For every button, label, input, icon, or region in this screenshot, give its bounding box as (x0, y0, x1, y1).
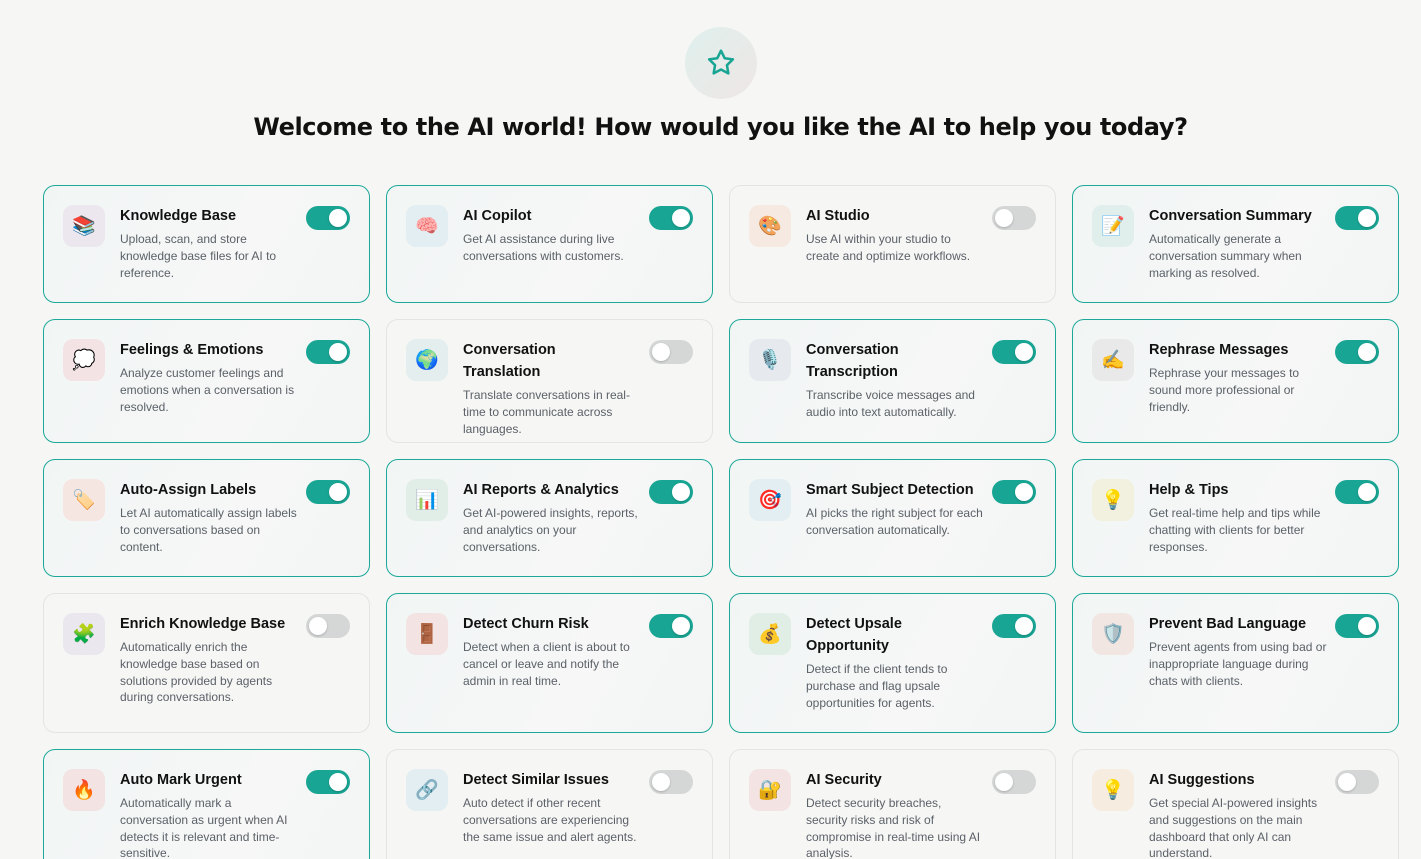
feature-card-detect-similar-issues: 🔗 Detect Similar Issues Auto detect if oth… (386, 749, 713, 859)
feature-toggle-conversation-transcription[interactable] (992, 340, 1036, 364)
feature-description: Get real-time help and tips while chatti… (1149, 506, 1321, 554)
feature-card-prevent-bad-language: 🛡️ Prevent Bad Language Prevent agents fro… (1072, 593, 1399, 733)
puzzle-piece-icon: 🧩 (63, 613, 105, 655)
feature-description: AI picks the right subject for each conv… (806, 506, 983, 537)
feature-description: Get AI assistance during live conversati… (463, 232, 624, 263)
feature-toggle-smart-subject-detection[interactable] (992, 480, 1036, 504)
thought-bubble-icon: 💭 (63, 339, 105, 381)
globe-icon: 🌍 (406, 339, 448, 381)
feature-toggle-ai-suggestions[interactable] (1335, 770, 1379, 794)
brain-icon: 🧠 (406, 205, 448, 247)
feature-toggle-prevent-bad-language[interactable] (1335, 614, 1379, 638)
feature-card-knowledge-base: 📚 Knowledge Base Upload, scan, and store k… (43, 185, 370, 303)
feature-card-ai-reports-and-analytics: 📊 AI Reports & Analytics Get AI-powered in… (386, 459, 713, 577)
feature-description: Translate conversations in real-time to … (463, 388, 630, 436)
feature-card-ai-security: 🔐 AI Security Detect security breaches, se… (729, 749, 1056, 859)
memo-icon: 📝 (1092, 205, 1134, 247)
feature-toggle-detect-similar-issues[interactable] (649, 770, 693, 794)
feature-card-ai-studio: 🎨 AI Studio Use AI within your studio to c… (729, 185, 1056, 303)
feature-card-enrich-knowledge-base: 🧩 Enrich Knowledge Base Automatically enri… (43, 593, 370, 733)
feature-description: Automatically generate a conversation su… (1149, 232, 1302, 280)
door-icon: 🚪 (406, 613, 448, 655)
feature-description: Upload, scan, and store knowledge base f… (120, 232, 277, 280)
lightbulb-icon: 💡 (1092, 769, 1134, 811)
feature-toggle-help-and-tips[interactable] (1335, 480, 1379, 504)
feature-card-ai-suggestions: 💡 AI Suggestions Get special AI-powered in… (1072, 749, 1399, 859)
feature-card-conversation-translation: 🌍 Conversation Translation Translate conve… (386, 319, 713, 443)
feature-card-smart-subject-detection: 🎯 Smart Subject Detection AI picks the rig… (729, 459, 1056, 577)
feature-card-detect-churn-risk: 🚪 Detect Churn Risk Detect when a client i… (386, 593, 713, 733)
feature-description: Detect if the client tends to purchase a… (806, 662, 948, 710)
feature-description: Automatically mark a conversation as urg… (120, 796, 288, 859)
feature-card-conversation-summary: 📝 Conversation Summary Automatically gener… (1072, 185, 1399, 303)
feature-card-detect-upsale-opportunity: 💰 Detect Upsale Opportunity Detect if the … (729, 593, 1056, 733)
feature-card-conversation-transcription: 🎙️ Conversation Transcription Transcribe v… (729, 319, 1056, 443)
star-outline-icon (707, 49, 735, 75)
feature-toggle-ai-security[interactable] (992, 770, 1036, 794)
page-title: Welcome to the AI world! How would you l… (253, 113, 1188, 141)
feature-card-help-and-tips: 💡 Help & Tips Get real-time help and tips … (1072, 459, 1399, 577)
writing-hand-icon: ✍️ (1092, 339, 1134, 381)
feature-description: Use AI within your studio to create and … (806, 232, 971, 263)
feature-card-ai-copilot: 🧠 AI Copilot Get AI assistance during live… (386, 185, 713, 303)
bar-chart-icon: 📊 (406, 479, 448, 521)
palette-icon: 🎨 (749, 205, 791, 247)
feature-description: Transcribe voice messages and audio into… (806, 388, 975, 419)
shield-icon: 🛡️ (1092, 613, 1134, 655)
microphone-icon: 🎙️ (749, 339, 791, 381)
feature-description: Prevent agents from using bad or inappro… (1149, 640, 1327, 688)
feature-toggle-knowledge-base[interactable] (306, 206, 350, 230)
label-tag-icon: 🏷️ (63, 479, 105, 521)
feature-description: Rephrase your messages to sound more pro… (1149, 366, 1300, 414)
feature-description: Auto detect if other recent conversation… (463, 796, 637, 844)
feature-description: Detect when a client is about to cancel … (463, 640, 630, 688)
feature-description: Let AI automatically assign labels to co… (120, 506, 297, 554)
lightbulb-icon: 💡 (1092, 479, 1134, 521)
feature-card-auto-assign-labels: 🏷️ Auto-Assign Labels Let AI automatically… (43, 459, 370, 577)
feature-toggle-feelings-and-emotions[interactable] (306, 340, 350, 364)
target-icon: 🎯 (749, 479, 791, 521)
feature-card-rephrase-messages: ✍️ Rephrase Messages Rephrase your message… (1072, 319, 1399, 443)
feature-toggle-rephrase-messages[interactable] (1335, 340, 1379, 364)
feature-toggle-conversation-summary[interactable] (1335, 206, 1379, 230)
feature-grid: 📚 Knowledge Base Upload, scan, and store k… (43, 185, 1399, 859)
ai-features-page: Welcome to the AI world! How would you l… (0, 0, 1421, 859)
link-icon: 🔗 (406, 769, 448, 811)
books-icon: 📚 (63, 205, 105, 247)
money-bag-icon: 💰 (749, 613, 791, 655)
feature-toggle-ai-copilot[interactable] (649, 206, 693, 230)
feature-description: Detect security breaches, security risks… (806, 796, 981, 859)
feature-toggle-ai-studio[interactable] (992, 206, 1036, 230)
lock-icon: 🔐 (749, 769, 791, 811)
hero-badge (685, 27, 757, 99)
feature-description: Get AI-powered insights, reports, and an… (463, 506, 638, 554)
feature-toggle-auto-mark-urgent[interactable] (306, 770, 350, 794)
fire-icon: 🔥 (63, 769, 105, 811)
feature-toggle-ai-reports-and-analytics[interactable] (649, 480, 693, 504)
feature-description: Analyze customer feelings and emotions w… (120, 366, 295, 414)
feature-description: Automatically enrich the knowledge base … (120, 640, 273, 705)
feature-toggle-auto-assign-labels[interactable] (306, 480, 350, 504)
feature-toggle-detect-upsale-opportunity[interactable] (992, 614, 1036, 638)
feature-card-feelings-and-emotions: 💭 Feelings & Emotions Analyze customer fee… (43, 319, 370, 443)
feature-description: Get special AI-powered insights and sugg… (1149, 796, 1318, 859)
feature-toggle-detect-churn-risk[interactable] (649, 614, 693, 638)
feature-toggle-enrich-knowledge-base[interactable] (306, 614, 350, 638)
feature-toggle-conversation-translation[interactable] (649, 340, 693, 364)
feature-card-auto-mark-urgent: 🔥 Auto Mark Urgent Automatically mark a co… (43, 749, 370, 859)
